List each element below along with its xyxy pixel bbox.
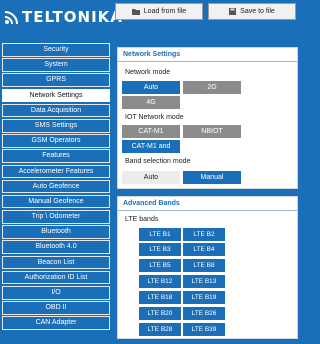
save-to-file-label: Save to file xyxy=(240,8,275,15)
sidebar-item-gprs[interactable]: GPRS xyxy=(2,73,110,87)
save-icon xyxy=(229,8,237,15)
band-lte-b28[interactable]: LTE B28 xyxy=(139,323,181,336)
band-lte-b2[interactable]: LTE B2 xyxy=(183,228,225,241)
sidebar-item-auto-geofence[interactable]: Auto Geofence xyxy=(2,179,110,194)
sidebar-item-accelerometer-features[interactable]: Accelerometer Features xyxy=(2,164,110,179)
band-lte-b12[interactable]: LTE B12 xyxy=(139,275,181,288)
network-mode-2g-option[interactable]: 2G xyxy=(183,81,241,94)
iot-mode-cat-m1-option[interactable]: CAT-M1 xyxy=(122,125,180,138)
sidebar-item-system[interactable]: System xyxy=(2,58,110,72)
save-to-file-button[interactable]: Save to file xyxy=(208,3,296,20)
sidebar-item-beacon-list[interactable]: Beacon List xyxy=(2,255,110,270)
sidebar-item-bluetooth-4[interactable]: Bluetooth 4.0 xyxy=(2,240,110,255)
network-settings-title: Network Settings xyxy=(118,48,297,62)
iot-network-mode-label: IOT Network mode xyxy=(125,114,184,121)
sidebar-item-sms-settings[interactable]: SMS Settings xyxy=(2,118,110,133)
sidebar-item-authorization-id-list[interactable]: Authorization ID List xyxy=(2,270,110,285)
band-lte-b20[interactable]: LTE B20 xyxy=(139,307,181,320)
sidebar-item-io[interactable]: I/O xyxy=(2,286,110,300)
sidebar-item-trip-odometer[interactable]: Trip \ Odometer xyxy=(2,210,110,224)
band-lte-b13[interactable]: LTE B13 xyxy=(183,275,225,288)
sidebar-item-can-adapter[interactable]: CAN Adapter xyxy=(2,316,110,330)
sidebar-item-obd-ii[interactable]: OBD II xyxy=(2,301,110,315)
logo-text: TELTONIKA xyxy=(22,8,123,26)
band-lte-b4[interactable]: LTE B4 xyxy=(183,243,225,256)
sidebar-item-security[interactable]: Security xyxy=(2,43,110,57)
network-mode-4g-option[interactable]: 4G xyxy=(122,96,180,109)
network-mode-auto-option[interactable]: Auto xyxy=(122,81,180,94)
sidebar-item-gsm-operators[interactable]: GSM Operators xyxy=(2,134,110,148)
sidebar-item-features[interactable]: Features xyxy=(2,149,110,163)
band-lte-b39[interactable]: LTE B39 xyxy=(183,323,225,336)
iot-mode-nbiot-option[interactable]: NBIOT xyxy=(183,125,241,138)
band-selection-manual-option[interactable]: Manual xyxy=(183,171,241,184)
band-selection-mode-label: Band selection mode xyxy=(125,158,191,165)
sidebar-item-network-settings[interactable]: Network Settings xyxy=(2,88,110,103)
band-lte-b18[interactable]: LTE B18 xyxy=(139,291,181,304)
load-from-file-label: Load from file xyxy=(143,8,187,15)
network-settings-panel: Network Settings Network mode Auto 2G 4G… xyxy=(117,47,298,189)
band-lte-b26[interactable]: LTE B26 xyxy=(183,307,225,320)
wifi-logo-icon xyxy=(4,11,18,25)
load-from-file-button[interactable]: Load from file xyxy=(115,3,203,20)
iot-mode-cat-m1-and-nbiot-option[interactable]: CAT-M1 and NBIOT xyxy=(122,140,180,163)
band-lte-b1[interactable]: LTE B1 xyxy=(139,228,181,241)
band-selection-auto-option[interactable]: Auto xyxy=(122,171,180,184)
band-lte-b19[interactable]: LTE B19 xyxy=(183,291,225,304)
advanced-bands-title: Advanced Bands xyxy=(118,197,297,211)
band-lte-b3[interactable]: LTE B3 xyxy=(139,243,181,256)
lte-bands-label: LTE bands xyxy=(125,216,159,223)
band-lte-b5[interactable]: LTE B5 xyxy=(139,259,181,272)
sidebar-item-bluetooth[interactable]: Bluetooth xyxy=(2,225,110,239)
network-mode-label: Network mode xyxy=(125,69,171,76)
teltonika-logo: TELTONIKA xyxy=(4,8,123,26)
advanced-bands-panel: Advanced Bands LTE bands LTE B1 LTE B2 L… xyxy=(117,196,298,339)
sidebar-item-manual-geofence[interactable]: Manual Geofence xyxy=(2,194,110,209)
sidebar-menu: Security System GPRS Network Settings Da… xyxy=(2,43,110,330)
band-lte-b8[interactable]: LTE B8 xyxy=(183,259,225,272)
sidebar-item-data-acquisition[interactable]: Data Acquisition xyxy=(2,103,110,118)
folder-icon xyxy=(131,9,140,15)
